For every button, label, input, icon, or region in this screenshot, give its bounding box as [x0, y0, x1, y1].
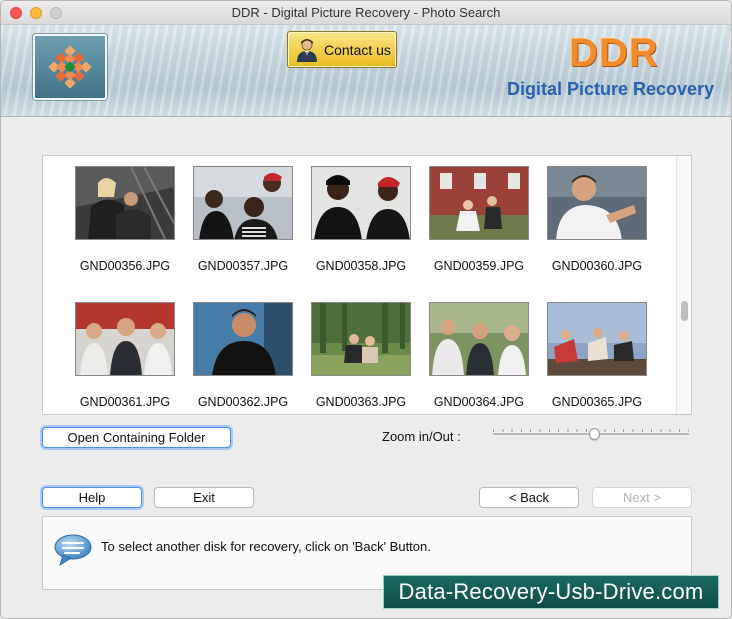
exit-label: Exit [193, 490, 215, 505]
help-button[interactable]: Help [42, 487, 142, 508]
back-label: < Back [508, 490, 550, 505]
photo-thumbnail[interactable] [429, 166, 529, 240]
scrollbar-thumb[interactable] [681, 301, 688, 321]
contact-us-button[interactable]: Contact us [287, 31, 397, 68]
photo-thumbnail[interactable] [75, 166, 175, 240]
header-banner: Contact us DDR Digital Picture Recovery [1, 25, 731, 117]
next-label: Next > [623, 490, 661, 505]
gallery-scrollbar[interactable] [676, 156, 691, 414]
zoom-slider-knob[interactable] [589, 428, 600, 440]
app-logo-icon [48, 45, 92, 89]
window-title: DDR - Digital Picture Recovery - Photo S… [231, 5, 501, 20]
next-button[interactable]: Next > [592, 487, 692, 508]
photo-thumbnail[interactable] [429, 302, 529, 376]
photo-thumbnail[interactable] [193, 166, 293, 240]
open-folder-label: Open Containing Folder [67, 430, 206, 445]
photo-gallery: GND00356.JPG GND00357.JPG GND00358.JPG G… [42, 155, 692, 415]
photo-thumbnail[interactable] [547, 302, 647, 376]
title-bar: DDR - Digital Picture Recovery - Photo S… [1, 1, 731, 25]
zoom-label: Zoom in/Out : [382, 429, 461, 444]
exit-button[interactable]: Exit [154, 487, 254, 508]
photo-filename: GND00360.JPG [551, 259, 643, 273]
back-button[interactable]: < Back [479, 487, 579, 508]
photo-filename: GND00356.JPG [79, 259, 171, 273]
status-message: To select another disk for recovery, cli… [101, 539, 431, 554]
photo-filename: GND00365.JPG [551, 395, 643, 409]
brand-logo-text: DDR [569, 31, 659, 75]
photo-thumbnail[interactable] [311, 302, 411, 376]
app-window: DDR - Digital Picture Recovery - Photo S… [0, 0, 732, 619]
app-logo [33, 34, 107, 100]
help-label: Help [78, 490, 106, 505]
photo-thumbnail[interactable] [547, 166, 647, 240]
photo-filename: GND00359.JPG [433, 259, 525, 273]
support-person-icon [297, 38, 317, 62]
photo-filename: GND00364.JPG [433, 395, 525, 409]
speech-bubble-icon [54, 534, 92, 567]
photo-thumbnail[interactable] [193, 302, 293, 376]
photo-filename: GND00361.JPG [79, 395, 171, 409]
photo-filename: GND00358.JPG [315, 259, 407, 273]
photo-filename: GND00363.JPG [315, 395, 407, 409]
open-containing-folder-button[interactable]: Open Containing Folder [42, 427, 231, 448]
photo-filename: GND00362.JPG [197, 395, 289, 409]
contact-us-label: Contact us [324, 41, 391, 58]
photo-filename: GND00357.JPG [197, 259, 289, 273]
product-name: Digital Picture Recovery [507, 79, 715, 99]
photo-thumbnail[interactable] [311, 166, 411, 240]
photo-thumbnail[interactable] [75, 302, 175, 376]
zoom-slider[interactable] [493, 428, 689, 443]
website-watermark: Data-Recovery-Usb-Drive.com [383, 575, 719, 609]
